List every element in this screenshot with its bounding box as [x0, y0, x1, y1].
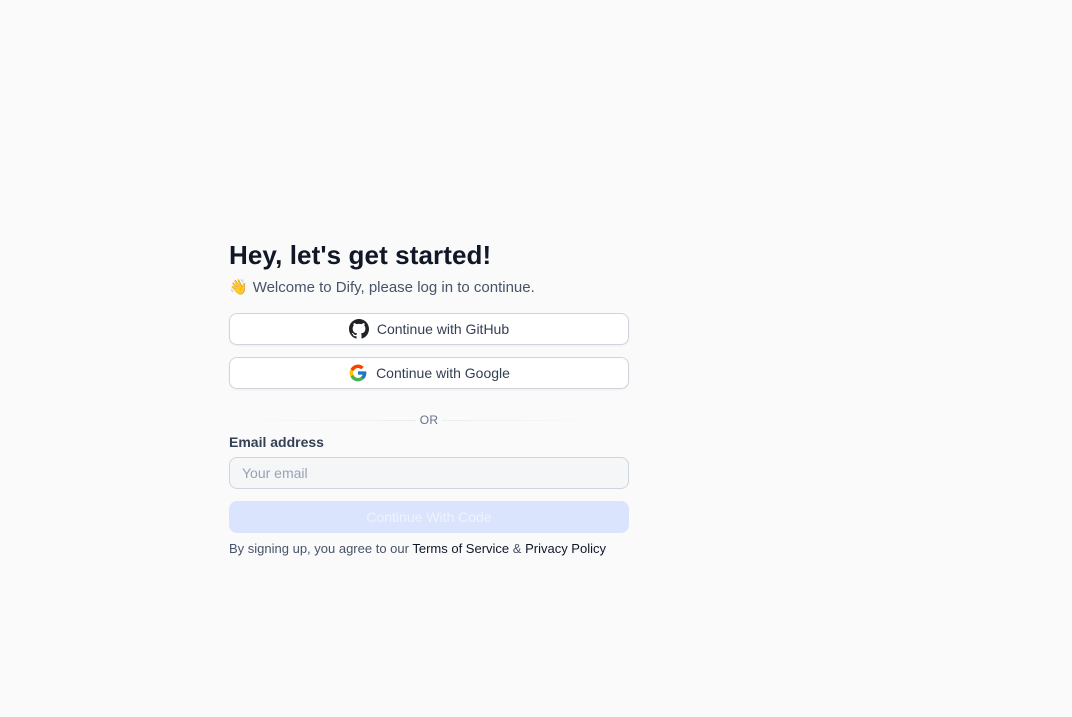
- login-panel: Hey, let's get started! 👋 Welcome to Dif…: [229, 238, 629, 557]
- welcome-text: Welcome to Dify, please log in to contin…: [252, 279, 535, 296]
- continue-with-google-button[interactable]: Continue with Google: [229, 357, 629, 389]
- privacy-policy-link[interactable]: Privacy Policy: [525, 541, 606, 556]
- or-divider-label: OR: [415, 413, 443, 427]
- google-button-label: Continue with Google: [376, 365, 510, 381]
- github-icon: [348, 319, 369, 339]
- waving-hand-icon: 👋: [229, 279, 248, 296]
- email-label: Email address: [229, 434, 324, 450]
- or-divider: OR: [229, 411, 629, 429]
- terms-of-service-link[interactable]: Terms of Service: [412, 541, 509, 556]
- agreement-text: By signing up, you agree to our Terms of…: [229, 541, 629, 557]
- continue-with-github-button[interactable]: Continue with GitHub: [229, 313, 629, 345]
- welcome-subtitle: 👋 Welcome to Dify, please log in to cont…: [229, 278, 629, 298]
- agreement-prefix: By signing up, you agree to our: [229, 541, 409, 556]
- agreement-separator: &: [512, 541, 522, 556]
- github-button-label: Continue with GitHub: [376, 321, 510, 337]
- email-input[interactable]: [229, 457, 629, 489]
- page-title: Hey, let's get started!: [229, 240, 492, 270]
- continue-with-code-button[interactable]: Continue With Code: [229, 501, 629, 533]
- login-page: Hey, let's get started! 👋 Welcome to Dif…: [0, 0, 1072, 717]
- google-icon: [348, 363, 368, 383]
